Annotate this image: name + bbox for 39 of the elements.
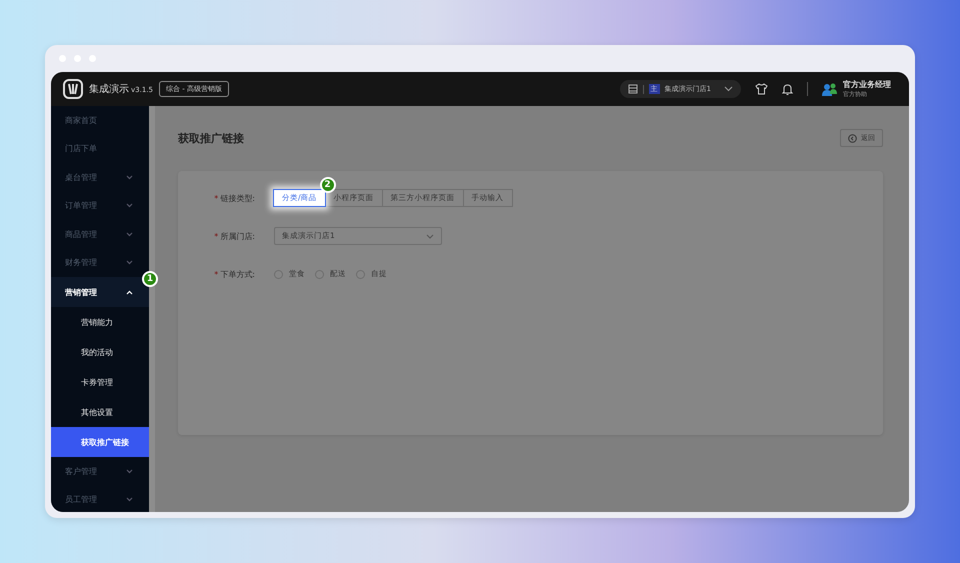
sidebar-item[interactable]: 客户管理 bbox=[51, 457, 149, 486]
sidebar-item[interactable]: 门店下单 bbox=[51, 134, 149, 163]
step-badge: 2 bbox=[320, 177, 336, 193]
step-badge: 1 bbox=[142, 271, 158, 287]
sidebar-subitem[interactable]: 卡券管理 bbox=[51, 367, 149, 397]
chevron-down-icon bbox=[126, 260, 133, 266]
sidebar-item[interactable]: 员工管理 bbox=[51, 486, 149, 512]
field-label: * 所属门店: bbox=[213, 230, 256, 242]
sidebar-item[interactable]: 商品管理 bbox=[51, 220, 149, 248]
app-name: 集成演示 bbox=[89, 82, 129, 96]
field-label: * 链接类型: bbox=[213, 192, 256, 204]
sidebar-subitem[interactable]: 其他设置 bbox=[51, 397, 149, 427]
chevron-down-icon bbox=[126, 174, 133, 180]
back-icon bbox=[848, 134, 857, 142]
chevron-down-icon bbox=[126, 232, 133, 237]
field-label: * 下单方式: bbox=[213, 268, 256, 280]
shirt-icon[interactable] bbox=[755, 83, 768, 95]
required-mark: * bbox=[214, 270, 218, 278]
sidebar-item[interactable]: 订单管理 bbox=[51, 192, 149, 220]
required-mark: * bbox=[214, 232, 218, 240]
sidebar-subitem[interactable]: 获取推广链接 bbox=[51, 427, 149, 457]
sidebar-subitem[interactable]: 我的活动 bbox=[51, 337, 149, 367]
store-icon bbox=[628, 84, 638, 94]
chevron-down-icon bbox=[426, 234, 434, 238]
required-mark: * bbox=[214, 194, 218, 202]
logo-icon bbox=[63, 79, 83, 99]
sidebar-subitem[interactable]: 营销能力 bbox=[51, 307, 149, 337]
bell-icon[interactable] bbox=[782, 82, 793, 96]
chevron-down-icon bbox=[126, 203, 133, 208]
sidebar-item[interactable]: 营销管理 bbox=[51, 277, 149, 307]
chevron-up-icon bbox=[126, 290, 133, 294]
chevron-down-icon bbox=[126, 497, 133, 502]
sidebar-item[interactable]: 商家首页 bbox=[51, 106, 149, 134]
user-name: 官方业务经理 bbox=[843, 79, 891, 90]
chevron-down-icon bbox=[724, 86, 733, 92]
chevron-down-icon bbox=[126, 468, 133, 474]
page-title: 获取推广链接 bbox=[178, 130, 244, 146]
sidebar-item[interactable]: 桌台管理 bbox=[51, 163, 149, 192]
users-icon bbox=[822, 82, 838, 96]
